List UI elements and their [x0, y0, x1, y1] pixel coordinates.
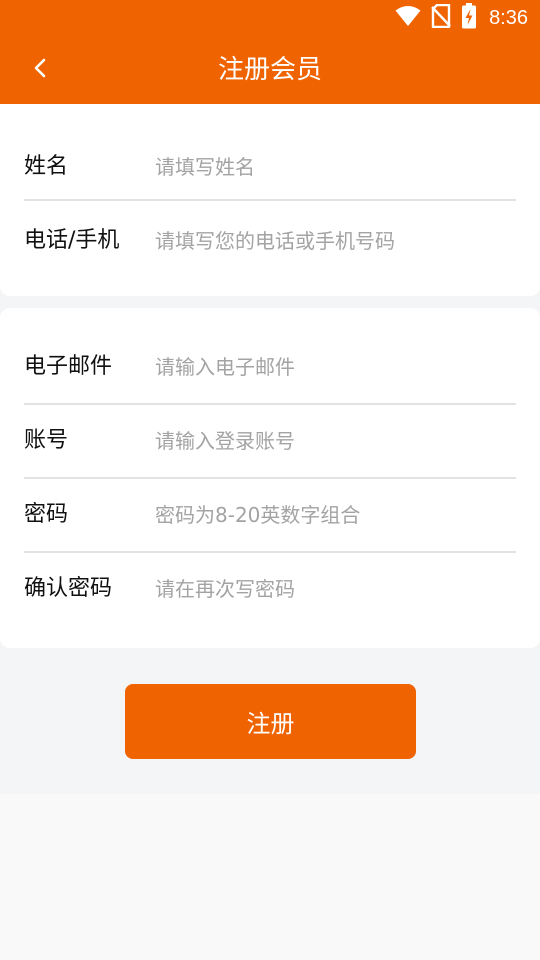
account-info-card: 电子邮件 账号 密码 确认密码 — [0, 308, 540, 648]
status-bar: 8:36 — [0, 0, 540, 36]
phone-input[interactable] — [155, 218, 510, 264]
form-row-name: 姓名 — [24, 130, 516, 204]
basic-info-card: 姓名 电话/手机 — [0, 104, 540, 296]
form-row-phone: 电话/手机 — [24, 204, 516, 278]
form-row-account: 账号 — [24, 404, 516, 478]
name-input[interactable] — [155, 144, 510, 190]
phone-label: 电话/手机 — [24, 228, 120, 253]
account-input[interactable] — [155, 418, 510, 464]
status-icons: 8:36 — [395, 3, 528, 33]
password-label: 密码 — [24, 502, 69, 527]
page-title: 注册会员 — [217, 55, 322, 85]
form-row-password: 密码 — [24, 478, 516, 552]
divider — [24, 199, 516, 201]
app-header: 8:36 注册会员 — [0, 0, 540, 104]
name-label: 姓名 — [24, 154, 69, 179]
email-label: 电子邮件 — [24, 354, 113, 379]
confirm-password-input[interactable] — [155, 566, 510, 612]
form-row-confirm-password: 确认密码 — [24, 552, 516, 626]
nav-bar: 注册会员 — [0, 36, 540, 104]
battery-charging-icon — [461, 3, 477, 33]
account-label: 账号 — [24, 428, 69, 453]
wifi-icon — [395, 5, 421, 31]
status-time: 8:36 — [489, 6, 528, 29]
confirm-password-label: 确认密码 — [24, 576, 113, 601]
email-input[interactable] — [155, 344, 510, 390]
password-input[interactable] — [155, 492, 510, 538]
form-row-email: 电子邮件 — [24, 330, 516, 404]
no-sim-icon — [431, 3, 451, 32]
register-button[interactable]: 注册 — [125, 684, 416, 759]
